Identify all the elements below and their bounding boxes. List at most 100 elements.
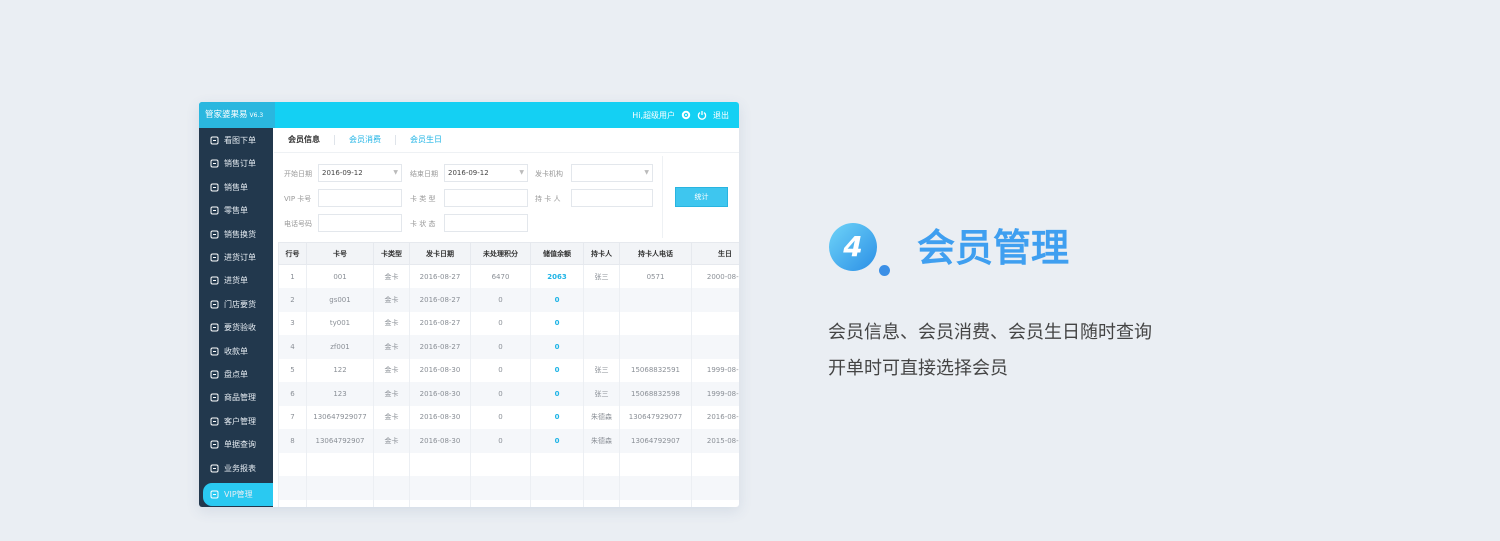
sidebar-item[interactable]: 单据查询 [199,433,273,456]
table-cell: 0 [470,358,531,382]
table-cell: 2000-08-2 [691,264,739,288]
stat-button[interactable]: 统计 [675,187,728,207]
column-header[interactable]: 持卡人电话 [619,242,692,265]
table-cell: 0 [530,311,584,335]
table-row[interactable]: 3 ty001 金卡 2016-08-27 0 0 [278,311,739,335]
table-row[interactable] [278,499,739,507]
sidebar-item[interactable]: 业务报表 [199,457,273,480]
sidebar-item-label: 要货验收 [224,323,256,333]
table-row[interactable]: 1001金卡2016-08-2764702063张三05712000-08-2 [278,264,739,288]
tab-member-birthday[interactable]: 会员生日 [410,135,456,145]
table-row[interactable]: 2 gs001 金卡 2016-08-27 0 0 [278,288,739,312]
table-cell: 7 [278,405,307,429]
sidebar-item[interactable]: VIP管理 [203,483,273,506]
card-status-input[interactable] [444,214,528,232]
sidebar-item[interactable]: 客户管理 [199,410,273,433]
table-row[interactable]: 6123金卡2016-08-3000张三150688325981999-08-0 [278,382,739,406]
sidebar-item[interactable]: 收款单 [199,340,273,363]
phone-input[interactable] [318,214,402,232]
sidebar-item-label: VIP管理 [224,490,253,499]
table-cell [619,476,692,500]
card-type-input[interactable] [444,189,528,207]
vip-no-input[interactable] [318,189,402,207]
table-cell: 15068832591 [619,358,692,382]
column-header[interactable]: 卡类型 [373,242,410,265]
column-header[interactable]: 行号 [278,242,307,265]
phone-label: 电话号码 [284,220,312,228]
column-header[interactable]: 发卡日期 [409,242,471,265]
sidebar-item[interactable]: 零售单 [199,199,273,222]
sidebar-item[interactable]: 销售换货 [199,223,273,246]
table-cell: 0 [530,358,584,382]
table-row[interactable] [278,452,739,476]
sidebar-item[interactable]: 要货验收 [199,316,273,339]
column-header[interactable]: 卡号 [306,242,374,265]
end-date-field[interactable]: 2016-09-12 ▼ [444,164,528,182]
chevron-down-icon: ▼ [393,169,398,176]
card-type-label: 卡 类 型 [410,195,436,203]
sidebar-item-label: 盘点单 [224,370,248,379]
sidebar-item[interactable]: 进货订单 [199,246,273,269]
table-cell: gs001 [306,288,374,312]
table-row[interactable]: 7 13064792907​7 金卡 2016-08-30 0 0 朱德森 130647929… [278,405,739,429]
member-table: 行号 卡号 卡类型 发卡日期 未处理积分 储值余额 持卡人 持卡人电话 生日 1 001 金卡 201… [278,242,739,507]
feature-number-badge: 4 [829,223,877,271]
issuer-select[interactable]: ▼ [571,164,653,182]
end-date-label: 结束日期 [410,170,438,178]
table-cell [278,476,307,500]
table-cell: 0 [470,288,531,312]
sidebar-item[interactable]: 商品管理 [199,386,273,409]
sidebar-item-label: 门店要货 [224,299,256,309]
table-cell: 金卡 [373,429,410,453]
sidebar-item-label: 单据查询 [224,440,256,450]
column-header[interactable]: 未处理积分 [470,242,531,265]
table-cell: 8 [278,429,307,453]
holder-input[interactable] [571,189,653,207]
exchange-icon [210,230,219,239]
table-cell: 6 [278,382,307,406]
table-cell: 金卡 [373,358,410,382]
table-row[interactable]: 5122金卡2016-08-3000张三150688325911999-08-0 [278,358,739,382]
start-date-field[interactable]: 2016-09-12 ▼ [318,164,402,182]
table-cell: 朱德森 [583,405,620,429]
tab-member-info[interactable]: 会员信息 [288,135,335,145]
user-greeting[interactable]: Hi,超级用户 [632,110,675,121]
column-header[interactable]: 储值余额 [530,242,584,265]
sidebar-item[interactable]: 销售订单 [199,152,273,175]
filter-divider [662,156,663,238]
sidebar-item-label: 销售订单 [224,159,256,169]
sidebar-item[interactable]: 销售单 [199,176,273,199]
table-cell [530,499,584,507]
column-header[interactable]: 生日 [691,242,739,265]
gear-icon[interactable] [681,110,691,120]
chevron-down-icon: ▼ [644,169,649,176]
table-cell [470,499,531,507]
sidebar-item[interactable]: 看图下单 [199,129,273,152]
table-cell: 金卡 [373,311,410,335]
table-cell: 13064792907​7 [306,405,374,429]
brand: 管家婆果易 V6.3 [199,102,275,128]
sidebar-item[interactable]: 进货单 [199,269,273,292]
table-cell: 0 [530,335,584,359]
sidebar-item-label: 商品管理 [224,393,256,403]
table-row[interactable]: 4 zf001 金卡 2016-08-27 0 0 [278,335,739,359]
sidebar: 看图下单销售订单销售单零售单 销售换货 进货订单 进货单门店要货要货验收收款单盘点单商… [199,128,273,507]
sidebar-item[interactable]: 盘点单 [199,363,273,386]
column-header[interactable]: 持卡人 [583,242,620,265]
table-cell [691,288,739,312]
retail-doc-icon [210,206,219,215]
table-cell [619,499,692,507]
power-icon[interactable] [697,110,707,120]
feature-dot [879,265,890,276]
logout-button[interactable]: 退出 [713,110,729,121]
filter-panel: 开始日期 2016-09-12 ▼ 结束日期 2016-09-12 ▼ 发卡机构 ▼… [274,156,662,238]
tab-member-consumption[interactable]: 会员消费 [349,135,396,145]
table-cell: 0 [470,382,531,406]
table-row[interactable]: 8 13064792907 金卡 2016-08-30 0 0 朱德森 13064792907… [278,429,739,453]
sidebar-item[interactable]: 门店要货 [199,293,273,316]
table-cell: 2016-08-27 [409,264,471,288]
table-cell [306,476,374,500]
table-row[interactable] [278,476,739,500]
sidebar-item-label: 销售单 [224,182,248,192]
goods-icon [210,393,219,402]
